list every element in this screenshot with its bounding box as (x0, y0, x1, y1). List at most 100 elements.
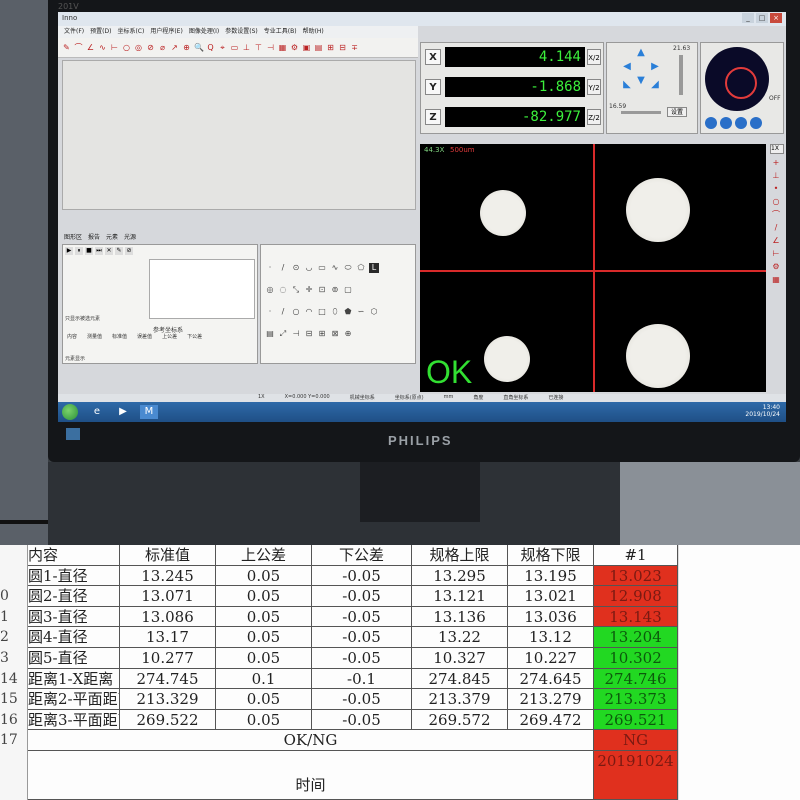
menu-help[interactable]: 帮助(H) (303, 26, 324, 38)
intersect-icon[interactable]: ✛ (304, 285, 314, 295)
column-header[interactable]: 标准值 (120, 545, 216, 566)
table-cell[interactable]: 圆5-直径 (28, 648, 120, 669)
table-cell[interactable]: 13.121 (412, 586, 508, 607)
table-cell[interactable]: 13.071 (120, 586, 216, 607)
toolbar-tool-icon[interactable]: ⊟ (338, 42, 347, 53)
auto-arc-icon[interactable]: ◌ (278, 285, 288, 295)
toolbar-tool-icon[interactable]: ▤ (314, 42, 323, 53)
ring-light-off-button[interactable]: OFF (769, 95, 781, 102)
construct-arc-icon[interactable]: ◠ (304, 307, 314, 317)
table-cell[interactable]: -0.05 (312, 709, 412, 731)
joystick-settings-button[interactable]: 设置 (667, 107, 687, 117)
dro-zero-y-button[interactable]: Y/2 (587, 79, 601, 95)
column-header[interactable]: 上公差 (216, 545, 312, 566)
menu-preset[interactable]: 预置(D) (90, 26, 111, 38)
construct-rect-icon[interactable]: □ (317, 307, 327, 317)
table-cell[interactable]: -0.05 (312, 689, 412, 710)
table-cell[interactable]: -0.05 (312, 586, 412, 607)
graphics-canvas[interactable] (62, 60, 416, 210)
toolbar-tool-icon[interactable]: ⊤ (254, 42, 263, 53)
play-icon[interactable]: ▶ (65, 247, 73, 255)
time-label[interactable]: 时间 (28, 751, 594, 800)
light-mode-3-icon[interactable] (735, 117, 747, 129)
table-cell[interactable]: 13.17 (120, 627, 216, 648)
table-cell[interactable]: -0.05 (312, 565, 412, 587)
poly-tool-icon[interactable]: ⬠ (356, 263, 366, 273)
table-cell[interactable]: 距离1-X距离 (28, 668, 120, 690)
tool-grid-icon[interactable]: ▦ (770, 275, 782, 285)
zoom-select[interactable]: 1X (770, 144, 784, 154)
table-cell[interactable]: 269.521 (594, 709, 678, 731)
toolbar-tool-icon[interactable]: ∿ (98, 42, 107, 53)
table-cell[interactable]: 0.05 (216, 627, 312, 648)
construct-line-icon[interactable]: / (278, 307, 288, 317)
table-cell[interactable]: 圆1-直径 (28, 565, 120, 587)
table-cell[interactable]: 圆3-直径 (28, 606, 120, 628)
menu-image[interactable]: 图像处理(I) (189, 26, 219, 38)
close-button[interactable]: × (770, 13, 782, 23)
frame-icon[interactable]: ▢ (343, 285, 353, 295)
table-cell[interactable]: 13.086 (120, 606, 216, 628)
toolbar-tool-icon[interactable]: ⊢ (110, 42, 119, 53)
tool-plus-icon[interactable]: + (770, 158, 782, 168)
point-tool-icon[interactable]: · (265, 263, 275, 273)
table-cell[interactable]: 213.379 (412, 689, 508, 710)
stop-icon[interactable]: ■ (85, 247, 93, 255)
delete-icon[interactable]: ✕ (105, 247, 113, 255)
table-cell[interactable]: 274.745 (120, 668, 216, 690)
relation-4-icon[interactable]: ⊞ (317, 329, 327, 339)
tool-circle-icon[interactable]: ○ (770, 197, 782, 207)
table-cell[interactable]: 13.22 (412, 627, 508, 648)
dro-zero-x-button[interactable]: X/2 (587, 49, 601, 65)
table-cell[interactable]: 13.245 (120, 565, 216, 587)
tool-line-icon[interactable]: / (770, 223, 782, 233)
table-cell[interactable]: 13.136 (412, 606, 508, 628)
tool-angle-icon[interactable]: ∠ (770, 236, 782, 246)
tab-report[interactable]: 报告 (88, 232, 100, 242)
start-button[interactable] (62, 404, 78, 420)
tab-elements[interactable]: 元素 (106, 232, 118, 242)
relation-5-icon[interactable]: ⊠ (330, 329, 340, 339)
toolbar-tool-icon[interactable]: ◎ (134, 42, 143, 53)
dro-zero-z-button[interactable]: Z/2 (587, 109, 601, 125)
table-cell[interactable]: 269.472 (508, 709, 594, 731)
toolbar-tool-icon[interactable]: ✎ (62, 42, 71, 53)
light-mode-1-icon[interactable] (705, 117, 717, 129)
speed-slider[interactable] (679, 55, 683, 95)
column-header[interactable]: #1 (594, 545, 678, 566)
table-cell[interactable]: 0.05 (216, 606, 312, 628)
toolbar-tool-icon[interactable]: ▣ (302, 42, 311, 53)
light-mode-2-icon[interactable] (720, 117, 732, 129)
table-cell[interactable]: 274.746 (594, 668, 678, 690)
toolbar-tool-icon[interactable]: ⊘ (146, 42, 155, 53)
toolbar-tool-icon[interactable]: ⌖ (218, 42, 227, 53)
arc-tool-icon[interactable]: ◡ (304, 263, 314, 273)
table-cell[interactable]: 10.327 (412, 648, 508, 669)
table-cell[interactable]: 274.845 (412, 668, 508, 690)
edit-icon[interactable]: ✎ (115, 247, 123, 255)
construct-point-icon[interactable]: · (265, 307, 275, 317)
tool-cross-icon[interactable]: ⊥ (770, 171, 782, 181)
step-icon[interactable]: ⏭ (95, 247, 103, 255)
toolbar-tool-icon[interactable]: ⊕ (182, 42, 191, 53)
toolbar-tool-icon[interactable]: ⌀ (158, 42, 167, 53)
table-cell[interactable]: 12.908 (594, 586, 678, 607)
column-header[interactable]: 内容 (28, 545, 120, 566)
arrow-left-icon[interactable]: ◀ (621, 61, 633, 73)
media-player-icon[interactable]: ▶ (114, 405, 132, 419)
pause-icon[interactable]: ⏸ (75, 247, 83, 255)
toolbar-tool-icon[interactable]: ⚙ (290, 42, 299, 53)
toolbar-tool-icon[interactable]: ∓ (350, 42, 359, 53)
table-cell[interactable]: 10.227 (508, 648, 594, 669)
toolbar-tool-icon[interactable]: ⌒ (74, 42, 83, 53)
toolbar-tool-icon[interactable]: 🔍 (194, 42, 204, 53)
table-cell[interactable]: 0.05 (216, 586, 312, 607)
menu-tools[interactable]: 专业工具(B) (264, 26, 297, 38)
table-cell[interactable]: 213.279 (508, 689, 594, 710)
maximize-button[interactable]: □ (756, 13, 768, 23)
relation-1-icon[interactable]: ⤢ (278, 329, 288, 339)
line-tool-icon[interactable]: / (278, 263, 288, 273)
construct-curve-icon[interactable]: ∽ (356, 307, 366, 317)
measurement-app-icon[interactable]: M (140, 405, 158, 419)
time-value[interactable]: 20191024 (594, 751, 678, 800)
